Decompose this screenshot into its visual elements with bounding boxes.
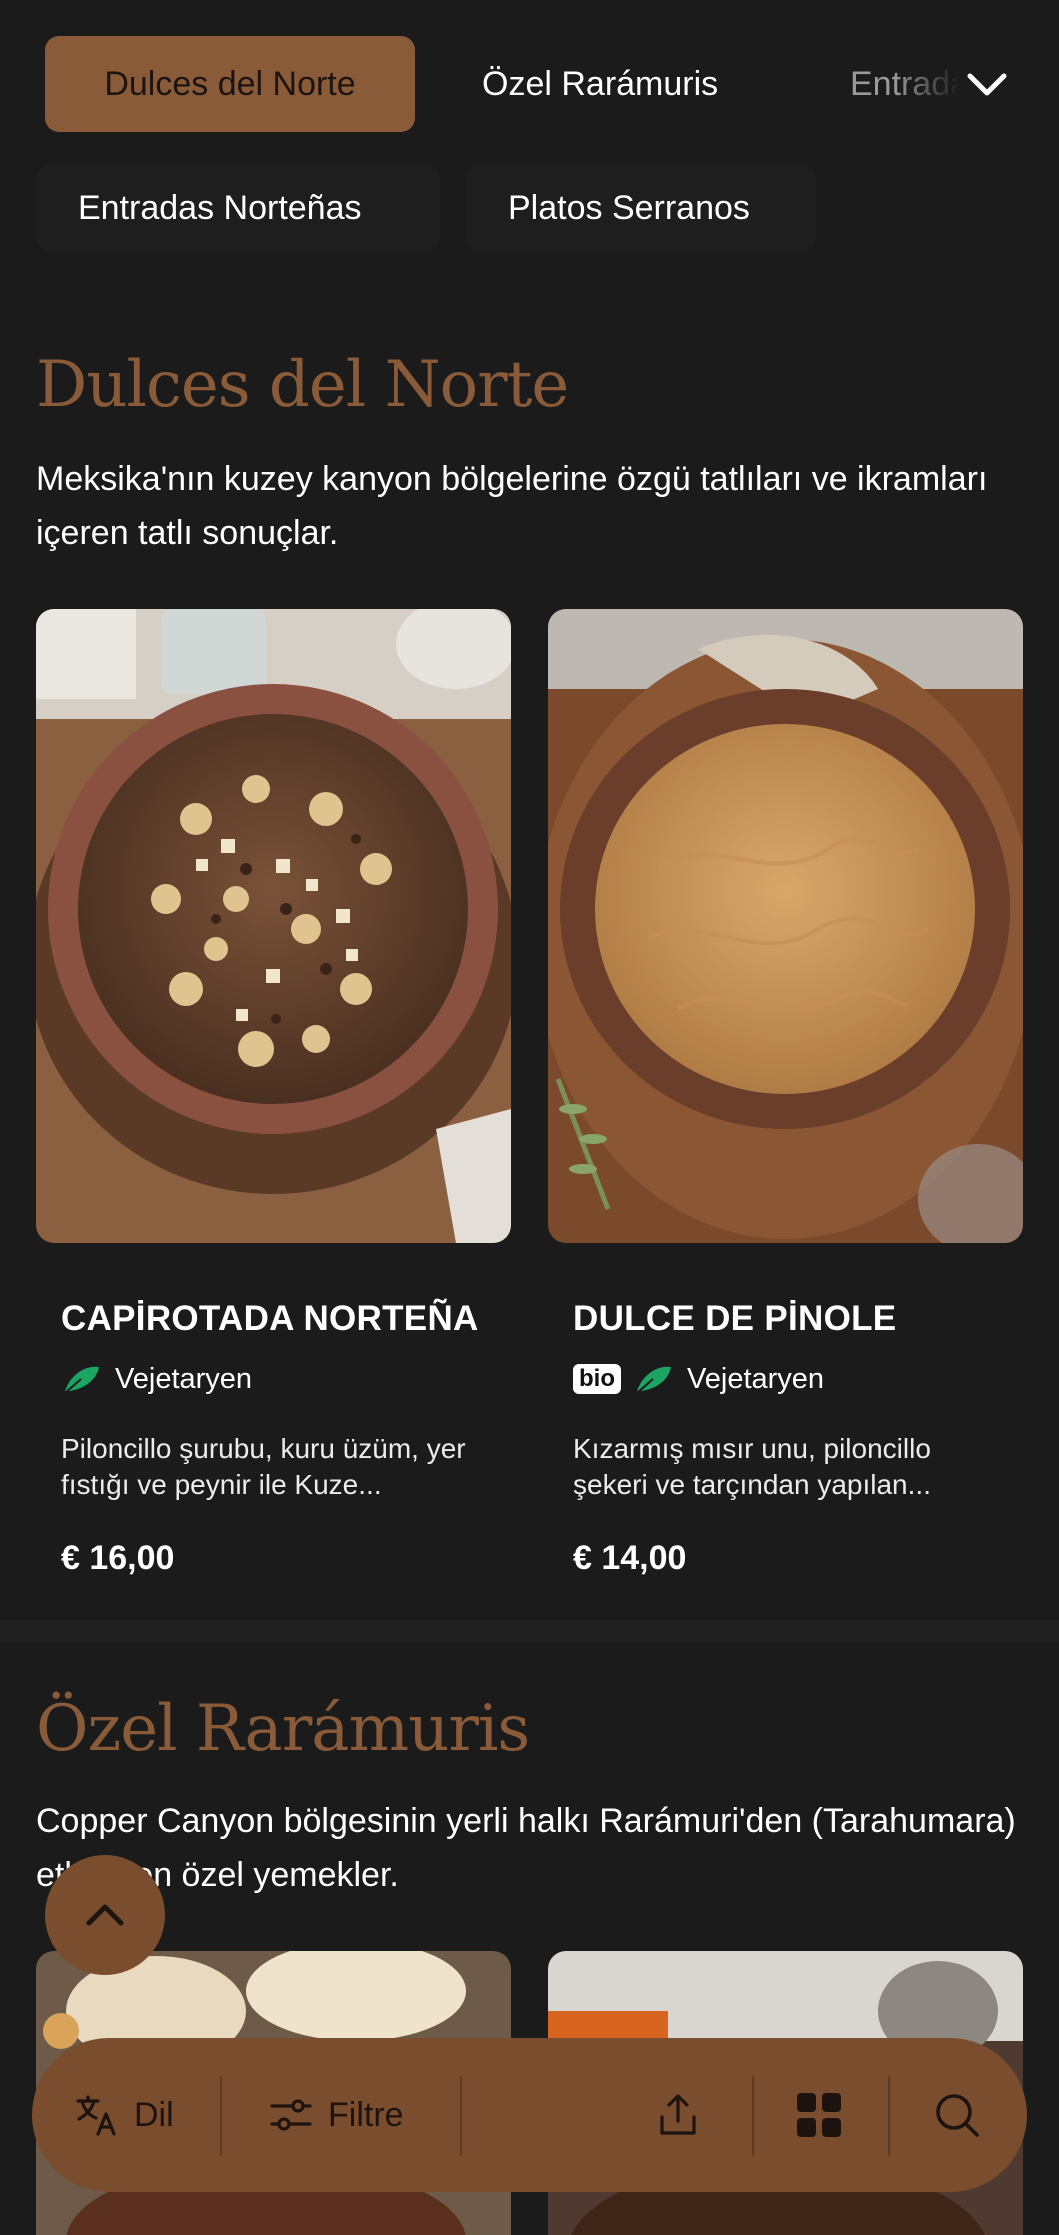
tag-vegetarian: Vejetaryen xyxy=(687,1362,825,1395)
dish-price: € 14,00 xyxy=(573,1539,687,1577)
tab-ozel-raramuris[interactable]: Özel Rarámuris xyxy=(482,36,718,132)
subtab-platos-serranos[interactable]: Platos Serranos xyxy=(466,164,816,252)
toolbar-divider xyxy=(220,2076,222,2156)
share-icon xyxy=(660,2094,696,2135)
chevron-down-icon[interactable] xyxy=(962,60,1012,110)
dish-tags: bio Vejetaryen xyxy=(573,1361,824,1397)
dish-name: DULCE DE PİNOLE xyxy=(573,1299,897,1338)
menu-item-card[interactable]: DULCE DE PİNOLE bio Vejetaryen Kızarmış … xyxy=(548,609,1023,1589)
section-description: Meksika'nın kuzey kanyon bölgelerine özg… xyxy=(36,460,988,552)
filter-label: Filtre xyxy=(328,2095,404,2134)
grid-icon xyxy=(797,2093,841,2137)
search-icon xyxy=(936,2094,979,2137)
filter-button[interactable]: Filtre xyxy=(268,2038,404,2192)
search-button[interactable] xyxy=(932,2038,982,2192)
leaf-icon xyxy=(64,1366,99,1394)
dish-name: CAPİROTADA NORTEÑA xyxy=(61,1299,479,1338)
category-nav: Dulces del Norte Özel Rarámuris Entradas… xyxy=(0,0,1059,160)
category-subnav: Entradas Norteñas Platos Serranos xyxy=(0,164,1059,254)
toolbar-divider xyxy=(752,2076,754,2156)
language-button[interactable]: Dil xyxy=(74,2038,174,2192)
language-label: Dil xyxy=(134,2095,174,2134)
share-button[interactable] xyxy=(654,2038,702,2192)
translate-icon xyxy=(76,2095,116,2136)
scroll-to-top-button[interactable] xyxy=(45,1855,165,1975)
dish-tags: Vejetaryen xyxy=(61,1361,252,1397)
tag-vegetarian: Vejetaryen xyxy=(115,1362,253,1395)
section-divider xyxy=(0,1620,1059,1642)
subtab-entradas-nortenas[interactable]: Entradas Norteñas xyxy=(36,164,440,252)
grid-view-button[interactable] xyxy=(794,2038,844,2192)
chevron-up-icon xyxy=(86,1904,124,1926)
dish-description: Kızarmış mısır unu, piloncillo şekeri ve… xyxy=(573,1433,931,1500)
bio-badge: bio xyxy=(573,1364,621,1394)
dish-photo xyxy=(548,609,1023,1243)
leaf-icon xyxy=(636,1366,671,1394)
tab-dulces-del-norte[interactable]: Dulces del Norte xyxy=(45,36,415,132)
menu-item-card[interactable]: CAPİROTADA NORTEÑA Vejetaryen Piloncillo… xyxy=(36,609,511,1589)
dish-price: € 16,00 xyxy=(61,1539,175,1577)
tab-entradas-nortenas[interactable]: Entradas Norteñas xyxy=(850,36,960,132)
toolbar-divider xyxy=(460,2076,462,2156)
dish-description: Piloncillo şurubu, kuru üzüm, yer fıstığ… xyxy=(61,1433,466,1500)
toolbar-divider xyxy=(888,2076,890,2156)
dish-photo xyxy=(36,609,511,1243)
bottom-toolbar: Dil Filtre xyxy=(32,2038,1027,2192)
section-description: Copper Canyon bölgesinin yerli halkı Rar… xyxy=(36,1802,1016,1894)
section-title: Özel Rarámuris xyxy=(36,1692,530,1766)
section-title: Dulces del Norte xyxy=(36,348,569,422)
filter-icon xyxy=(270,2099,312,2131)
